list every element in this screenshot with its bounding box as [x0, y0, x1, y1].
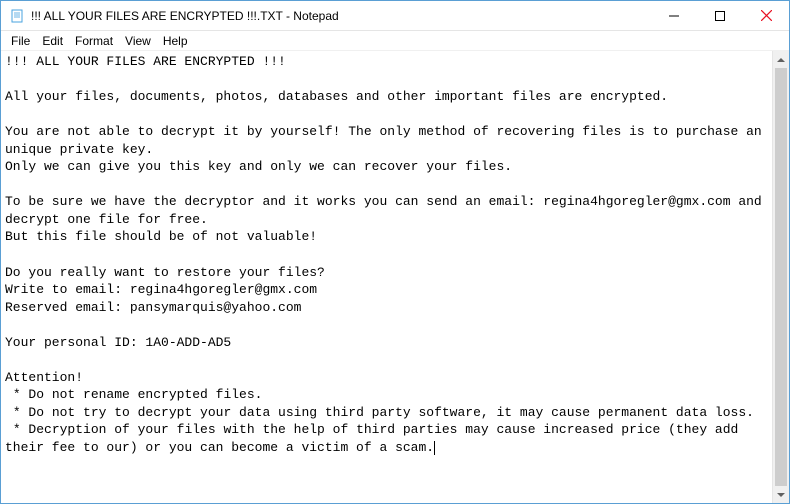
scroll-up-arrow-icon[interactable] — [773, 51, 789, 68]
scrollbar-thumb[interactable] — [775, 68, 787, 486]
menu-file[interactable]: File — [5, 33, 36, 49]
text-cursor — [434, 441, 435, 455]
notepad-window: !!! ALL YOUR FILES ARE ENCRYPTED !!!.TXT… — [0, 0, 790, 504]
menu-help[interactable]: Help — [157, 33, 194, 49]
menu-view[interactable]: View — [119, 33, 157, 49]
window-title: !!! ALL YOUR FILES ARE ENCRYPTED !!!.TXT… — [31, 9, 651, 23]
window-controls — [651, 1, 789, 30]
scrollbar-track[interactable] — [773, 68, 789, 486]
maximize-button[interactable] — [697, 1, 743, 30]
scroll-down-arrow-icon[interactable] — [773, 486, 789, 503]
notepad-icon — [9, 8, 25, 24]
close-button[interactable] — [743, 1, 789, 30]
menubar: File Edit Format View Help — [1, 31, 789, 51]
minimize-button[interactable] — [651, 1, 697, 30]
document-text: !!! ALL YOUR FILES ARE ENCRYPTED !!! All… — [5, 54, 770, 455]
menu-edit[interactable]: Edit — [36, 33, 69, 49]
text-editor[interactable]: !!! ALL YOUR FILES ARE ENCRYPTED !!! All… — [1, 51, 772, 503]
titlebar[interactable]: !!! ALL YOUR FILES ARE ENCRYPTED !!!.TXT… — [1, 1, 789, 31]
menu-format[interactable]: Format — [69, 33, 119, 49]
vertical-scrollbar[interactable] — [772, 51, 789, 503]
editor-wrap: !!! ALL YOUR FILES ARE ENCRYPTED !!! All… — [1, 51, 789, 503]
